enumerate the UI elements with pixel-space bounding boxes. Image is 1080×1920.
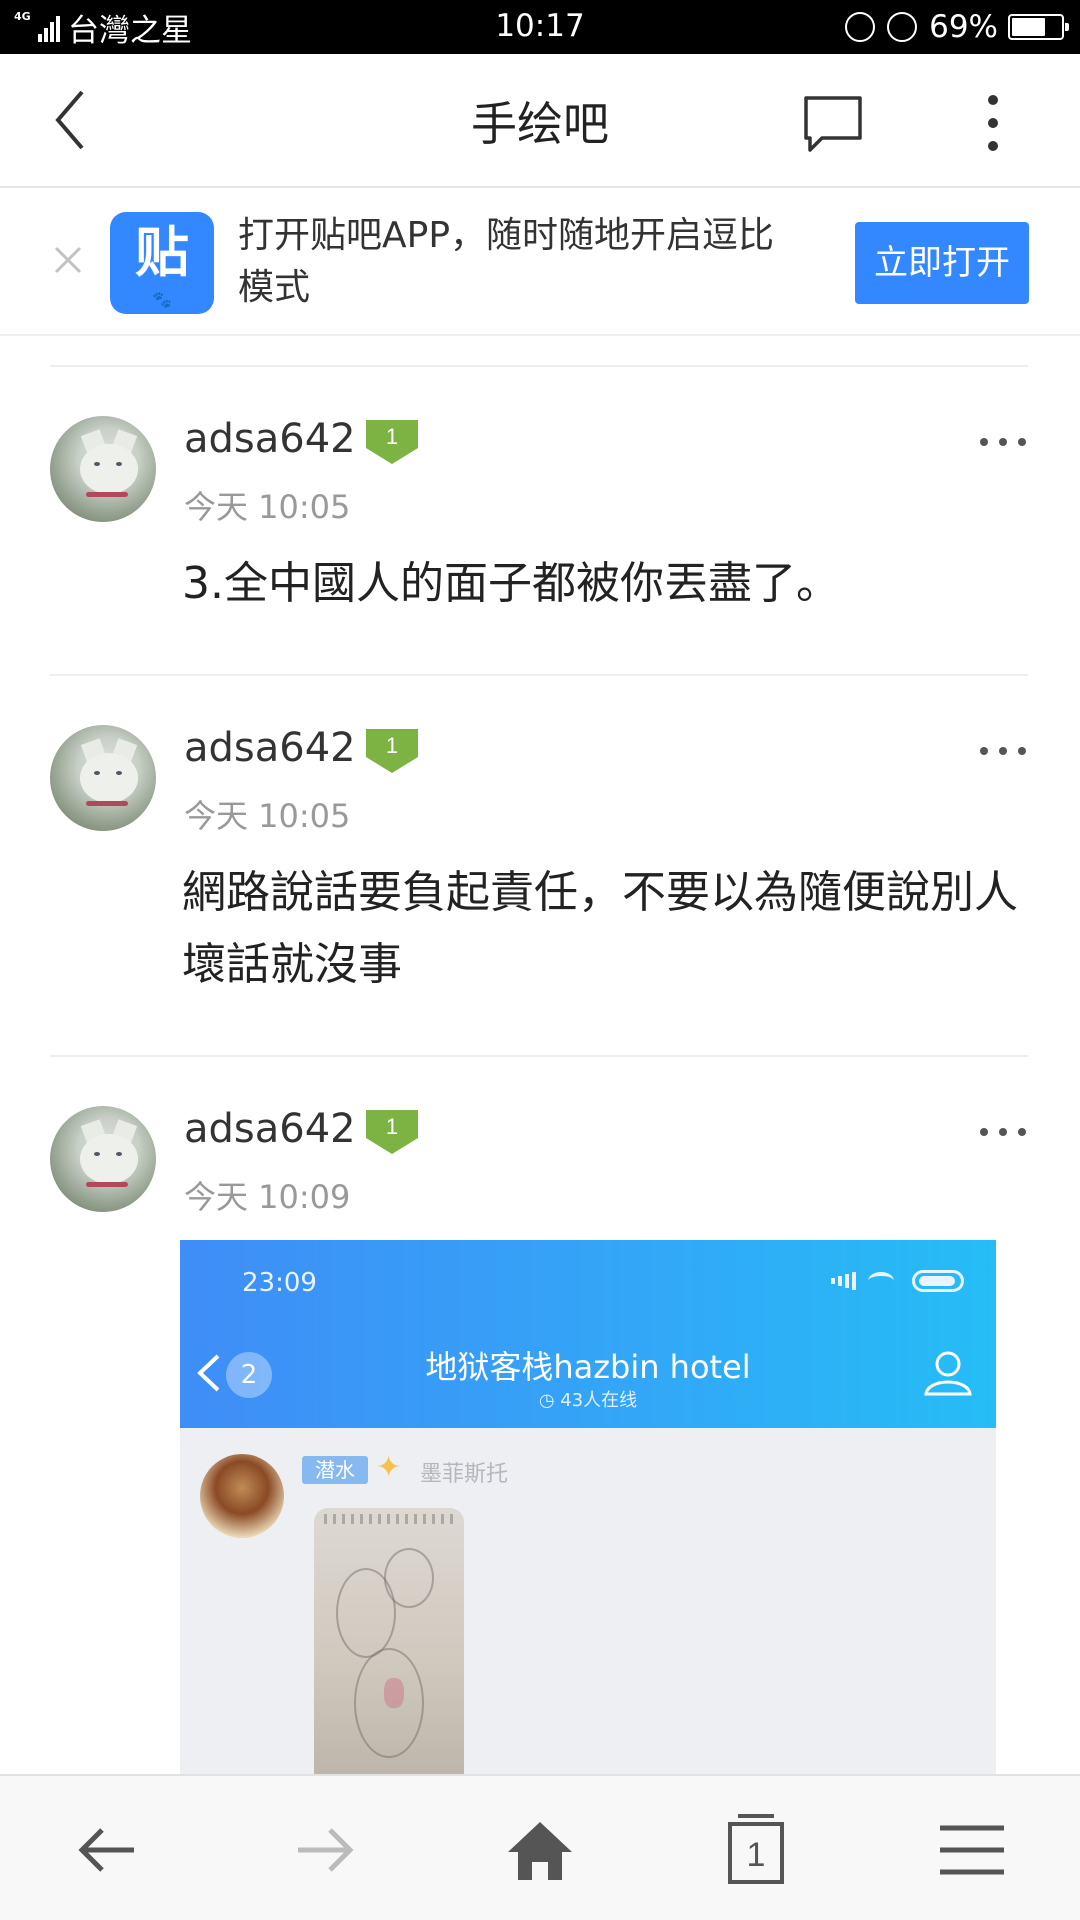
nav-forward-button[interactable] <box>284 1812 364 1888</box>
battery-icon <box>1008 14 1069 40</box>
divider <box>50 365 1028 367</box>
nav-menu-button[interactable] <box>932 1812 1012 1888</box>
page-title: 手绘吧 <box>471 97 609 151</box>
status-right: 69% <box>845 0 1069 54</box>
avatar[interactable] <box>50 725 156 831</box>
home-icon <box>508 1822 572 1880</box>
nav-back-button[interactable] <box>68 1812 148 1888</box>
username[interactable]: adsa642 <box>184 1106 356 1152</box>
close-icon <box>54 246 82 274</box>
image-status-time: 23:09 <box>242 1268 317 1298</box>
post-image[interactable]: 23:09 2 地狱客栈hazbin hotel ◷ 43人在线 潜水 ✦ 墨菲… <box>180 1240 996 1776</box>
horizontal-dots-icon[interactable] <box>978 741 1028 761</box>
top-header: 手绘吧 <box>0 54 1080 188</box>
sketch-photo <box>314 1508 464 1776</box>
chat-button[interactable] <box>800 90 866 156</box>
lock-rotation-icon <box>845 12 876 42</box>
forward-arrow-icon <box>298 1828 354 1872</box>
image-member-name: 墨菲斯托 <box>420 1462 509 1487</box>
nav-home-button[interactable] <box>500 1812 580 1888</box>
vertical-dots-icon <box>988 95 998 151</box>
app-icon-label: 贴 <box>135 221 189 284</box>
post-content: 網路說話要負起責任，不要以為隨便說別人壞話就沒事 <box>182 867 1018 990</box>
tieba-app-icon: 贴 🐾 <box>110 212 214 314</box>
level-badge-icon: 1 <box>366 420 418 464</box>
banner-text: 打开贴吧APP，随时随地开启逗比模式 <box>238 215 775 308</box>
image-user-icon <box>924 1351 972 1396</box>
horizontal-dots-icon[interactable] <box>978 432 1028 452</box>
image-member-tag: 潜水 <box>302 1456 368 1484</box>
post-time: 今天 10:05 <box>184 797 351 835</box>
status-bar: 4G 台灣之星 10:17 69% <box>0 0 1080 54</box>
level-number: 1 <box>386 424 398 449</box>
username[interactable]: adsa642 <box>184 725 356 771</box>
star-icon: ✦ <box>376 1450 402 1485</box>
level-number: 1 <box>386 733 398 758</box>
avatar[interactable] <box>50 416 156 522</box>
menu-icon <box>940 1825 1004 1875</box>
paw-icon: 🐾 <box>152 290 172 309</box>
back-arrow-icon <box>78 1828 134 1872</box>
image-group-title: 地狱客栈hazbin hotel <box>425 1348 751 1386</box>
open-app-button[interactable]: 立即打开 <box>855 222 1029 304</box>
chat-bubble-icon <box>804 96 862 152</box>
battery-percent: 69% <box>929 9 998 45</box>
level-number: 1 <box>386 1114 398 1139</box>
browser-bottom-nav: 1 <box>0 1774 1080 1920</box>
divider <box>50 674 1028 676</box>
username[interactable]: adsa642 <box>184 416 356 462</box>
alarm-icon <box>887 12 918 42</box>
banner-close-button[interactable] <box>52 244 84 276</box>
nav-tabs-button[interactable]: 1 <box>716 1812 796 1888</box>
level-badge-icon: 1 <box>366 729 418 773</box>
post-time: 今天 10:09 <box>184 1178 351 1216</box>
image-chat-header: 23:09 2 地狱客栈hazbin hotel ◷ 43人在线 <box>180 1240 996 1428</box>
post-content: 3.全中國人的面子都被你丟盡了。 <box>182 558 840 609</box>
divider <box>50 1055 1028 1057</box>
avatar[interactable] <box>50 1106 156 1212</box>
tabs-count: 1 <box>747 1836 766 1874</box>
more-options-button[interactable] <box>966 90 1020 156</box>
image-member-avatar <box>200 1454 284 1538</box>
post-time: 今天 10:05 <box>184 488 351 526</box>
image-online-count: ◷ 43人在线 <box>538 1390 638 1411</box>
tabs-icon: 1 <box>728 1814 784 1884</box>
horizontal-dots-icon[interactable] <box>978 1122 1028 1142</box>
level-badge-icon: 1 <box>366 1110 418 1154</box>
image-status-icons <box>828 1270 964 1292</box>
app-download-banner: 贴 🐾 打开贴吧APP，随时随地开启逗比模式 立即打开 <box>0 188 1080 336</box>
